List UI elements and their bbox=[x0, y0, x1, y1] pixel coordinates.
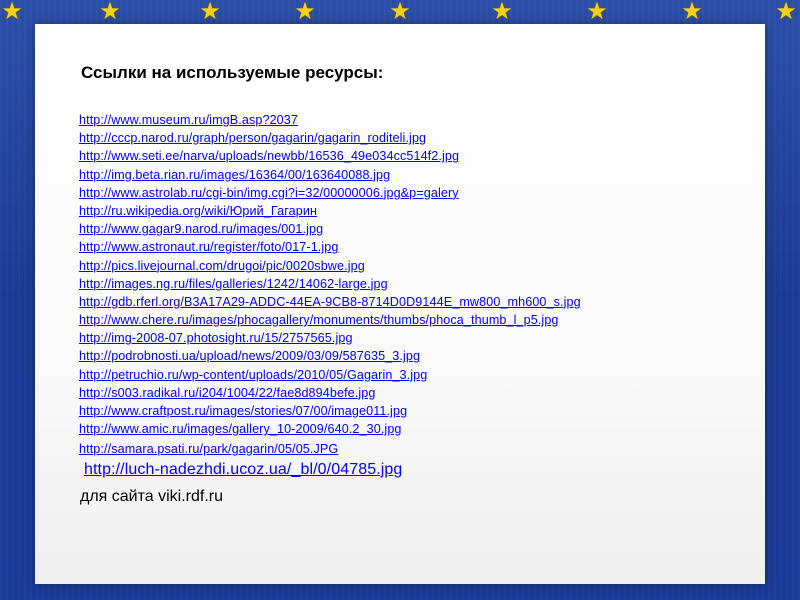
resource-link[interactable]: http://images.ng.ru/files/galleries/1242… bbox=[79, 277, 388, 291]
list-item: http://podrobnosti.ua/upload/news/2009/0… bbox=[79, 347, 581, 365]
resource-link[interactable]: http://pics.livejournal.com/drugoi/pic/0… bbox=[79, 259, 365, 273]
star-icon: ★ bbox=[1, 0, 23, 25]
resource-link[interactable]: http://petruchio.ru/wp-content/uploads/2… bbox=[79, 368, 427, 382]
resource-link[interactable]: http://www.seti.ee/narva/uploads/newbb/1… bbox=[79, 149, 459, 163]
resource-link[interactable]: http://www.astronaut.ru/register/foto/01… bbox=[79, 240, 339, 254]
resource-link[interactable]: http://s003.radikal.ru/i204/1004/22/fae8… bbox=[79, 386, 375, 400]
star-icon: ★ bbox=[389, 0, 411, 25]
star-icon: ★ bbox=[199, 0, 221, 25]
list-item: http://s003.radikal.ru/i204/1004/22/fae8… bbox=[79, 384, 581, 402]
star-icon: ★ bbox=[99, 0, 121, 25]
list-item: http://images.ng.ru/files/galleries/1242… bbox=[79, 275, 581, 293]
resource-link[interactable]: http://www.astrolab.ru/cgi-bin/img.cgi?i… bbox=[79, 186, 459, 200]
list-item: http://ru.wikipedia.org/wiki/Юрий_Гагари… bbox=[79, 202, 581, 220]
page-title: Ссылки на используемые ресурсы: bbox=[81, 63, 384, 82]
list-item: http://petruchio.ru/wp-content/uploads/2… bbox=[79, 366, 581, 384]
resource-link[interactable]: http://www.gagar9.narod.ru/images/001.jp… bbox=[79, 222, 323, 236]
list-item: http://www.amic.ru/images/gallery_10-200… bbox=[79, 420, 581, 438]
resource-link[interactable]: http://img.beta.rian.ru/images/16364/00/… bbox=[79, 168, 390, 182]
resource-link[interactable]: http://ru.wikipedia.org/wiki/Юрий_Гагари… bbox=[79, 204, 317, 218]
links-list: http://www.museum.ru/imgB.asp?2037 http:… bbox=[79, 111, 581, 438]
list-item: http://gdb.rferl.org/B3A17A29-ADDC-44EA-… bbox=[79, 293, 581, 311]
footer-note: для сайта viki.rdf.ru bbox=[80, 488, 224, 505]
star-icon: ★ bbox=[681, 0, 703, 25]
star-icon: ★ bbox=[491, 0, 513, 25]
list-item: http://pics.livejournal.com/drugoi/pic/0… bbox=[79, 257, 581, 275]
resource-link[interactable]: http://gdb.rferl.org/B3A17A29-ADDC-44EA-… bbox=[79, 295, 581, 309]
list-item: http://www.gagar9.narod.ru/images/001.jp… bbox=[79, 220, 581, 238]
resource-link[interactable]: http://img-2008-07.photosight.ru/15/2757… bbox=[79, 331, 353, 345]
resource-link[interactable]: http://www.chere.ru/images/phocagallery/… bbox=[79, 313, 559, 327]
list-item: http://img-2008-07.photosight.ru/15/2757… bbox=[79, 329, 581, 347]
resource-link-extra[interactable]: http://samara.psati.ru/park/gagarin/05/0… bbox=[79, 442, 338, 456]
list-item: http://www.astronaut.ru/register/foto/01… bbox=[79, 238, 581, 256]
resource-link[interactable]: http://cccp.narod.ru/graph/person/gagari… bbox=[79, 131, 426, 145]
list-item: http://www.museum.ru/imgB.asp?2037 bbox=[79, 111, 581, 129]
star-icon: ★ bbox=[294, 0, 316, 25]
resource-link[interactable]: http://www.craftpost.ru/images/stories/0… bbox=[79, 404, 407, 418]
star-icon: ★ bbox=[775, 0, 797, 25]
list-item: http://cccp.narod.ru/graph/person/gagari… bbox=[79, 129, 581, 147]
list-item: http://www.seti.ee/narva/uploads/newbb/1… bbox=[79, 147, 581, 165]
resource-link[interactable]: http://www.amic.ru/images/gallery_10-200… bbox=[79, 422, 402, 436]
list-item: http://img.beta.rian.ru/images/16364/00/… bbox=[79, 166, 581, 184]
list-item: http://www.astrolab.ru/cgi-bin/img.cgi?i… bbox=[79, 184, 581, 202]
star-icon: ★ bbox=[586, 0, 608, 25]
resource-link[interactable]: http://www.museum.ru/imgB.asp?2037 bbox=[79, 113, 298, 127]
list-item: http://www.craftpost.ru/images/stories/0… bbox=[79, 402, 581, 420]
list-item: http://www.chere.ru/images/phocagallery/… bbox=[79, 311, 581, 329]
resource-link-large[interactable]: http://luch-nadezhdi.ucoz.ua/_bl/0/04785… bbox=[84, 461, 402, 479]
resource-link[interactable]: http://podrobnosti.ua/upload/news/2009/0… bbox=[79, 349, 420, 363]
